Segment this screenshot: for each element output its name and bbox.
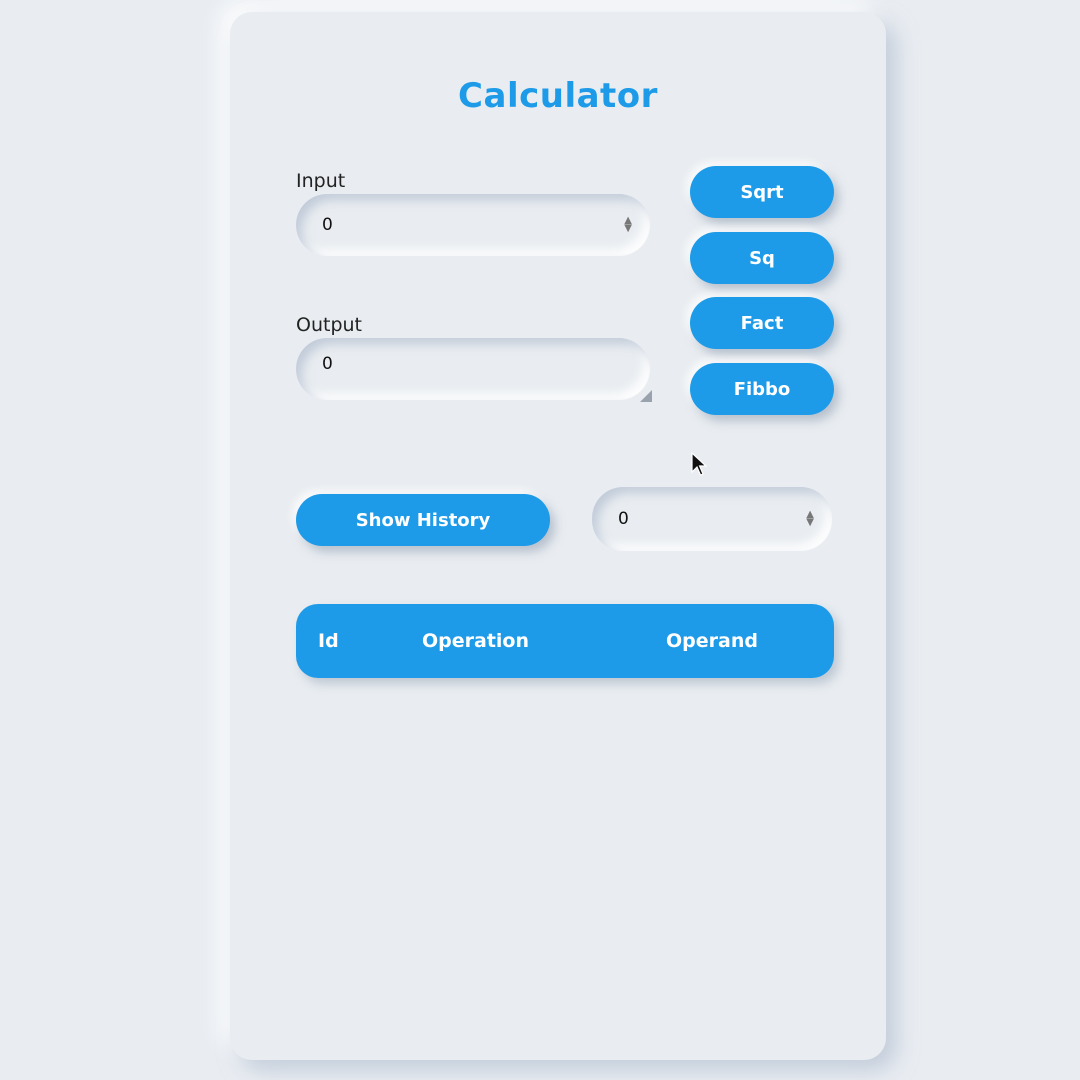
page-title: Calculator: [458, 76, 658, 116]
history-table-header: Id Operation Operand: [296, 604, 834, 678]
history-count-value: 0: [618, 509, 629, 529]
page: Calculator Input 0 ▲ ▼ Output 0 Sqrt Sq F…: [0, 0, 1080, 1080]
input-field[interactable]: 0 ▲ ▼: [296, 194, 650, 256]
input-value: 0: [322, 215, 333, 235]
output-field[interactable]: 0: [296, 338, 652, 402]
history-count-field[interactable]: 0 ▲ ▼: [592, 487, 832, 551]
spinner-arrows-icon[interactable]: ▲ ▼: [624, 216, 632, 234]
mouse-pointer-icon: [691, 452, 707, 476]
column-header-operation: Operation: [422, 630, 530, 652]
sq-button[interactable]: Sq: [690, 232, 834, 284]
calculator-card: Calculator Input 0 ▲ ▼ Output 0 Sqrt Sq F…: [230, 12, 886, 1060]
show-history-button[interactable]: Show History: [296, 494, 550, 546]
sqrt-button[interactable]: Sqrt: [690, 166, 834, 218]
fibbo-button[interactable]: Fibbo: [690, 363, 834, 415]
output-label: Output: [296, 314, 362, 336]
output-value: 0: [322, 354, 333, 374]
spinner-arrows-icon[interactable]: ▲ ▼: [806, 510, 814, 528]
input-label: Input: [296, 170, 346, 192]
resize-handle-icon[interactable]: [640, 390, 652, 402]
column-header-operand: Operand: [666, 630, 758, 652]
column-header-id: Id: [318, 630, 339, 652]
fact-button[interactable]: Fact: [690, 297, 834, 349]
